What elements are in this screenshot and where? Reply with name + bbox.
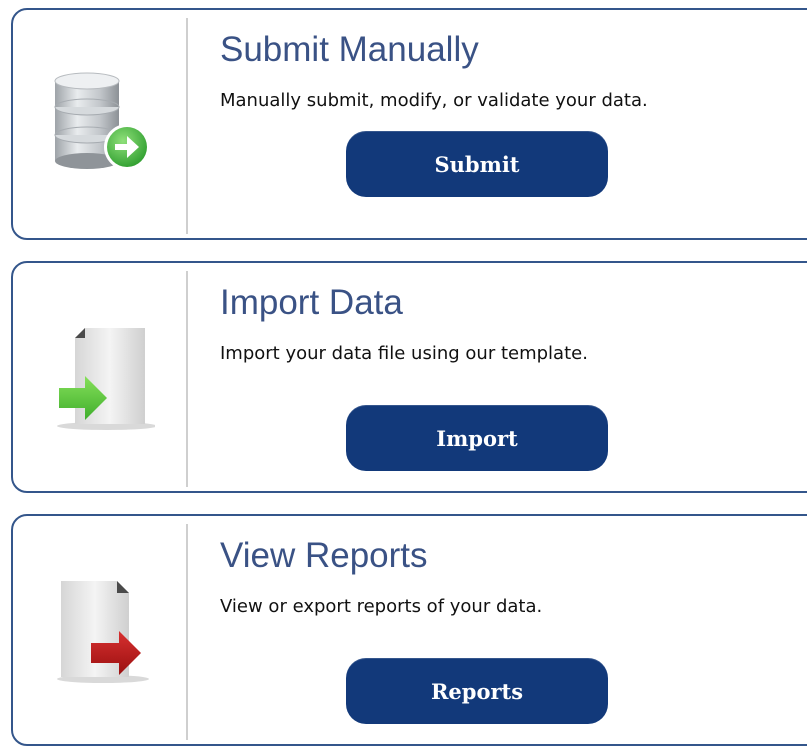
card-title: View Reports	[220, 536, 428, 575]
card-divider	[186, 271, 188, 487]
submit-button[interactable]: Submit	[346, 131, 608, 197]
database-submit-icon	[45, 65, 155, 185]
card-description: Manually submit, modify, or validate you…	[220, 90, 648, 111]
view-reports-card: View Reports View or export reports of y…	[11, 514, 807, 746]
file-export-icon	[45, 571, 155, 691]
card-divider	[186, 524, 188, 740]
card-title: Import Data	[220, 283, 403, 322]
import-button[interactable]: Import	[346, 405, 608, 471]
submit-manually-card: Submit Manually Manually submit, modify,…	[11, 8, 807, 240]
file-import-icon	[45, 318, 157, 438]
card-divider	[186, 18, 188, 234]
card-description: View or export reports of your data.	[220, 596, 543, 617]
import-data-card: Import Data Import your data file using …	[11, 261, 807, 493]
card-description: Import your data file using our template…	[220, 343, 588, 364]
card-title: Submit Manually	[220, 30, 479, 69]
reports-button[interactable]: Reports	[346, 658, 608, 724]
